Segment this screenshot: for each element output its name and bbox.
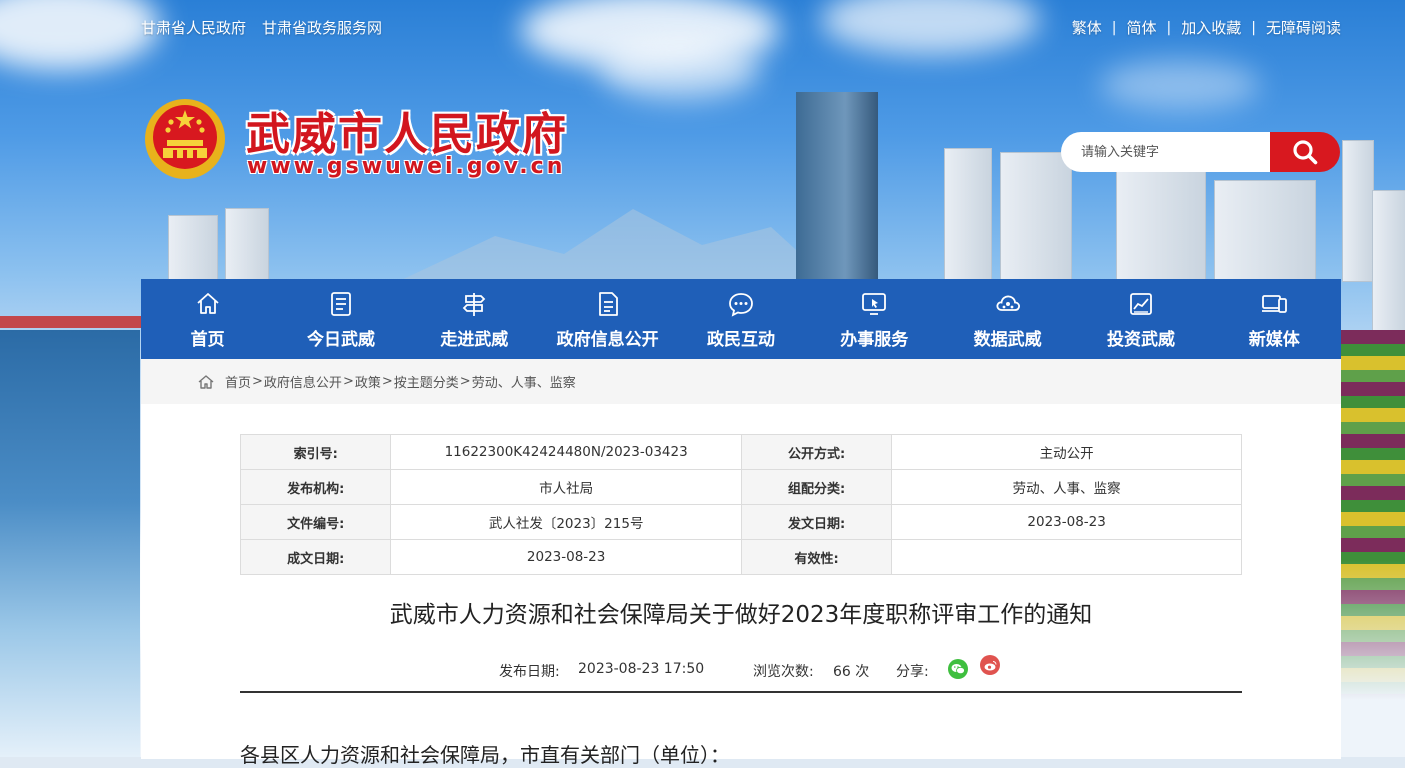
- breadcrumb-separator: >: [459, 374, 471, 389]
- chat-icon: [729, 293, 753, 317]
- meta-key: 公开方式:: [740, 434, 893, 470]
- nav-item-services[interactable]: 办事服务: [808, 279, 941, 359]
- meta-key: 发文日期:: [740, 504, 893, 540]
- separator: |: [1111, 19, 1117, 36]
- weibo-icon: [984, 660, 996, 670]
- nav-label: 新媒体: [1248, 330, 1300, 350]
- data-network-icon: [996, 295, 1020, 311]
- nav-label: 走进武威: [440, 330, 509, 350]
- accessibility-link[interactable]: 无障碍阅读: [1266, 17, 1341, 38]
- home-icon: [198, 374, 214, 389]
- monitor-click-icon: [862, 293, 887, 315]
- document-meta-table: 索引号: 11622300K42424480N/2023-03423 公开方式:…: [239, 434, 1242, 575]
- search-bar: [1061, 132, 1340, 172]
- content-panel: 首页 > 政府信息公开 > 政策 > 按主题分类 > 劳动、人事、监察 索引号:…: [141, 359, 1341, 767]
- table-row: 成文日期: 2023-08-23 有效性:: [239, 539, 1242, 575]
- site-url: www.gswuwei.gov.cn: [247, 154, 566, 179]
- article-body-first-line: 各县区人力资源和社会保障局，市直有关部门（单位）：: [240, 743, 730, 767]
- meta-key: 有效性:: [740, 539, 893, 575]
- simplified-chinese-link[interactable]: 简体: [1127, 17, 1157, 38]
- article-info-bar: 发布日期: 2023-08-23 17:50 浏览次数: 66 次 分享:: [240, 655, 1242, 685]
- share-label: 分享:: [896, 664, 929, 680]
- wechat-share-button[interactable]: [948, 659, 968, 679]
- signpost-icon: [463, 293, 486, 316]
- breadcrumb-separator: >: [381, 374, 393, 389]
- meta-key: 文件编号:: [239, 504, 392, 540]
- divider: [240, 691, 1242, 693]
- meta-key: 组配分类:: [740, 469, 893, 505]
- main-nav: 首页 今日武威 走进武威 政府信息公开 政民互动 办事服务 数据武威 投资武威 …: [141, 279, 1341, 359]
- breadcrumb: 首页 > 政府信息公开 > 政策 > 按主题分类 > 劳动、人事、监察: [141, 359, 1341, 404]
- breadcrumb-separator: >: [252, 374, 263, 389]
- document-icon: [598, 292, 618, 316]
- search-icon: [1293, 140, 1318, 165]
- site-title: 武威市人民政府: [246, 109, 568, 160]
- meta-key: 索引号:: [239, 434, 392, 470]
- chart-icon: [1130, 293, 1152, 315]
- nav-label: 今日武威: [306, 330, 375, 350]
- meta-value: 2023-08-23: [891, 504, 1242, 540]
- nav-label: 政府信息公开: [556, 330, 659, 350]
- breadcrumb-separator: >: [342, 374, 354, 389]
- search-button[interactable]: [1270, 132, 1340, 172]
- weibo-share-button[interactable]: [980, 655, 1000, 675]
- nav-label: 首页: [190, 330, 225, 350]
- newspaper-icon: [331, 292, 351, 316]
- breadcrumb-gov-info[interactable]: 政府信息公开: [264, 372, 342, 391]
- nav-label: 投资武威: [1106, 330, 1175, 350]
- nav-item-interaction[interactable]: 政民互动: [674, 279, 807, 359]
- separator: |: [1251, 19, 1256, 36]
- nav-item-gov-info[interactable]: 政府信息公开: [541, 279, 674, 359]
- view-count-value: 66 次: [833, 664, 870, 680]
- meta-value: [891, 539, 1242, 575]
- nav-item-home[interactable]: 首页: [141, 279, 274, 359]
- nav-item-invest[interactable]: 投资武威: [1074, 279, 1207, 359]
- nav-item-today-wuwei[interactable]: 今日武威: [274, 279, 407, 359]
- wechat-icon: [951, 664, 965, 675]
- link-gansu-service-portal[interactable]: 甘肃省政务服务网: [262, 17, 382, 38]
- breadcrumb-home[interactable]: 首页: [225, 372, 251, 391]
- article-title: 武威市人力资源和社会保障局关于做好2023年度职称评审工作的通知: [389, 602, 1093, 628]
- meta-value: 武人社发〔2023〕215号: [390, 504, 742, 540]
- meta-value: 劳动、人事、监察: [891, 469, 1242, 505]
- top-left-links: 甘肃省人民政府 甘肃省政务服务网: [141, 17, 382, 38]
- search-input[interactable]: [1061, 132, 1270, 172]
- devices-icon: [1262, 295, 1288, 313]
- nav-item-data-wuwei[interactable]: 数据武威: [941, 279, 1074, 359]
- breadcrumb-policy[interactable]: 政策: [355, 372, 381, 391]
- link-gansu-government[interactable]: 甘肃省人民政府: [141, 17, 246, 38]
- top-right-links: 繁体 | 简体 | 加入收藏 | 无障碍阅读: [1072, 17, 1341, 38]
- meta-value: 11622300K42424480N/2023-03423: [390, 434, 742, 470]
- breadcrumb-by-topic[interactable]: 按主题分类: [394, 372, 459, 391]
- separator: |: [1166, 19, 1172, 36]
- publish-date-label: 发布日期:: [499, 664, 560, 680]
- breadcrumb-labor[interactable]: 劳动、人事、监察: [472, 372, 576, 391]
- meta-value: 2023-08-23: [390, 539, 742, 575]
- table-row: 索引号: 11622300K42424480N/2023-03423 公开方式:…: [239, 434, 1242, 470]
- nav-label: 政民互动: [706, 330, 775, 350]
- traditional-chinese-link[interactable]: 繁体: [1072, 17, 1102, 38]
- meta-key: 成文日期:: [239, 539, 392, 575]
- national-emblem-icon: [145, 99, 225, 179]
- nav-item-new-media[interactable]: 新媒体: [1208, 279, 1341, 359]
- table-row: 文件编号: 武人社发〔2023〕215号 发文日期: 2023-08-23: [239, 504, 1242, 540]
- add-favorite-link[interactable]: 加入收藏: [1181, 17, 1241, 38]
- view-count-label: 浏览次数:: [753, 664, 814, 680]
- nav-label: 数据武威: [973, 330, 1042, 350]
- nav-label: 办事服务: [840, 330, 909, 350]
- meta-value: 主动公开: [891, 434, 1242, 470]
- publish-date-value: 2023-08-23 17:50: [578, 661, 705, 677]
- meta-key: 发布机构:: [239, 469, 392, 505]
- table-row: 发布机构: 市人社局 组配分类: 劳动、人事、监察: [239, 469, 1242, 505]
- meta-value: 市人社局: [390, 469, 742, 505]
- nav-item-about-wuwei[interactable]: 走进武威: [408, 279, 541, 359]
- home-icon: [197, 293, 219, 314]
